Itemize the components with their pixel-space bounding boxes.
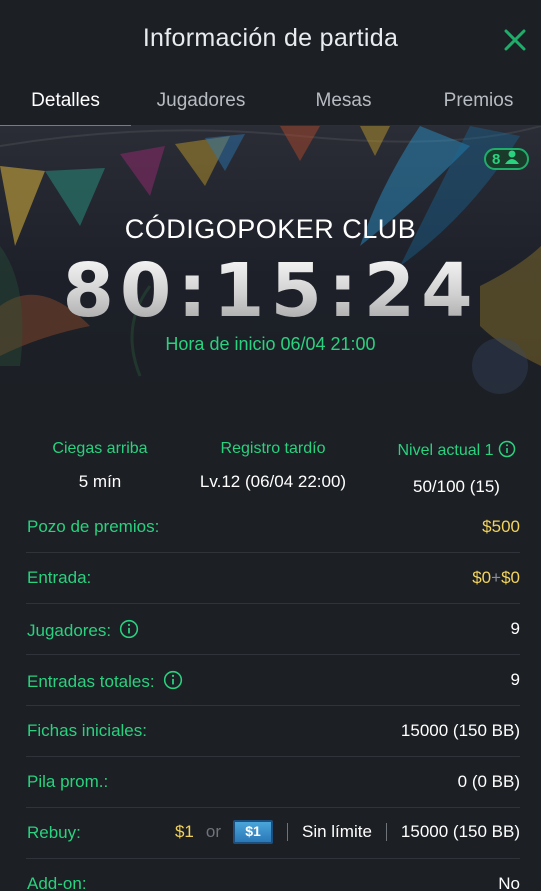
stat-label: Nivel actual 1	[397, 442, 494, 459]
stat-label: Registro tardío	[220, 440, 326, 457]
row-entry: Entrada: $0+$0	[26, 553, 520, 604]
info-icon[interactable]	[163, 670, 183, 695]
row-label: Add-on:	[27, 874, 87, 891]
player-count: 8	[492, 150, 501, 168]
entry-value: $0+$0	[472, 568, 520, 588]
starting-chips-value: 15000 (150 BB)	[400, 721, 520, 740]
page-title: Información de partida	[142, 24, 399, 52]
row-label: Pila prom.:	[27, 772, 109, 791]
total-entries-value: 9	[510, 670, 520, 689]
row-average-stack: Pila prom.: 0 (0 BB)	[26, 757, 520, 808]
tournament-banner: 8 CÓDIGOPOKER CLUB 80:15:24 Hora de inic…	[0, 126, 541, 398]
players-value: 9	[510, 619, 520, 638]
row-prize-pool: Pozo de premios: $500	[26, 502, 520, 553]
tab-premios[interactable]: Premios	[416, 78, 541, 126]
tab-bar: Detalles Jugadores Mesas Premios	[0, 78, 541, 127]
rebuy-or: or	[205, 822, 221, 841]
row-label: Rebuy:	[27, 823, 81, 842]
stat-late-registration: Registro tardío Lv.12 (06/04 22:00)	[182, 440, 364, 492]
club-name: CÓDIGOPOKER CLUB	[124, 214, 417, 244]
row-label: Entradas totales:	[27, 672, 155, 691]
rebuy-limit: Sin límite	[301, 822, 372, 841]
divider	[385, 823, 387, 841]
info-icon[interactable]	[119, 619, 139, 644]
entry-buyin: $0	[472, 568, 492, 587]
row-label: Fichas iniciales:	[27, 721, 147, 740]
row-label: Entrada:	[27, 568, 92, 587]
row-label: Pozo de premios:	[27, 517, 160, 536]
row-label-wrap: Jugadores:	[27, 619, 139, 644]
tab-label: Premios	[443, 90, 514, 111]
ticket-value: $1	[245, 823, 261, 839]
header: Información de partida	[0, 0, 541, 78]
divider	[286, 823, 288, 841]
row-addon: Add-on: No	[26, 859, 520, 891]
row-players: Jugadores: 9	[26, 604, 520, 655]
level-stats: Ciegas arriba 5 mín Registro tardío Lv.1…	[0, 440, 541, 500]
row-label: Jugadores:	[27, 621, 112, 640]
row-label-wrap: Entradas totales:	[27, 670, 183, 695]
row-rebuy: Rebuy: $1 or $1 Sin límite 15000 (150 BB…	[26, 808, 520, 859]
stat-current-level: Nivel actual 1 50/100 (15)	[384, 440, 529, 497]
tab-jugadores[interactable]: Jugadores	[131, 78, 271, 126]
info-icon[interactable]	[498, 440, 516, 463]
addon-value: No	[498, 874, 520, 891]
start-time: Hora de inicio 06/04 21:00	[165, 334, 376, 354]
ticket-icon: $1	[232, 820, 273, 844]
rebuy-chips: 15000 (150 BB)	[400, 822, 520, 841]
stat-value: 5 mín	[78, 472, 122, 491]
average-stack-value: 0 (0 BB)	[457, 772, 520, 791]
tab-label: Jugadores	[156, 90, 246, 111]
entry-plus: +	[491, 568, 502, 587]
details-list: Pozo de premios: $500 Entrada: $0+$0 Jug…	[26, 502, 520, 891]
prize-pool-value: $500	[482, 517, 520, 536]
tab-label: Detalles	[31, 90, 100, 111]
stat-blinds-up: Ciegas arriba 5 mín	[30, 440, 170, 492]
rebuy-value: $1 or $1 Sin límite 15000 (150 BB)	[175, 820, 520, 844]
tab-detalles[interactable]: Detalles	[0, 78, 131, 127]
stat-label-row: Nivel actual 1	[384, 440, 529, 463]
stat-label: Ciegas arriba	[52, 440, 148, 457]
row-total-entries: Entradas totales: 9	[26, 655, 520, 706]
stat-value: Lv.12 (06/04 22:00)	[199, 472, 347, 491]
close-icon[interactable]	[501, 26, 529, 54]
rebuy-price: $1	[174, 822, 194, 841]
tab-label: Mesas	[315, 90, 372, 111]
person-icon	[504, 149, 520, 169]
countdown-timer: 80:15:24	[0, 248, 541, 334]
stat-value: 50/100 (15)	[413, 477, 500, 496]
tab-mesas[interactable]: Mesas	[271, 78, 416, 126]
entry-fee: $0	[501, 568, 520, 587]
player-count-badge: 8	[484, 148, 529, 170]
row-starting-chips: Fichas iniciales: 15000 (150 BB)	[26, 706, 520, 757]
